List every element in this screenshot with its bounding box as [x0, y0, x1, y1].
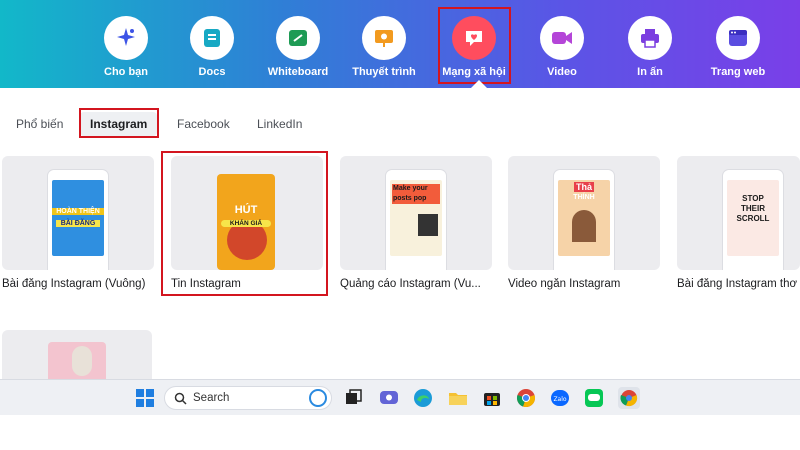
art-line: HOÀN THIỆN — [52, 208, 104, 215]
template-thumbnail: Make your posts pop — [340, 156, 492, 270]
template-title: Bài đăng Instagram thơ — [677, 278, 798, 290]
art-line: posts pop — [392, 194, 440, 204]
phone-mockup: STOP THEIR SCROLL — [723, 170, 783, 270]
tab-facebook[interactable]: Facebook — [177, 112, 230, 136]
template-thumbnail: Thả THÍNH — [508, 156, 660, 270]
category-label: In ấn — [637, 66, 663, 78]
svg-text:Zalo: Zalo — [553, 396, 566, 403]
category-trang-web[interactable]: Trang web — [698, 16, 778, 78]
docs-icon — [190, 16, 234, 60]
bing-icon[interactable] — [309, 389, 327, 407]
art-line: SCROLL — [736, 214, 770, 223]
template-card[interactable]: Thả THÍNH Video ngắn Instagram — [508, 156, 660, 290]
tab-pho-bien[interactable]: Phổ biến — [16, 112, 63, 136]
template-title: Quảng cáo Instagram (Vu... — [340, 278, 481, 290]
tab-linkedin[interactable]: LinkedIn — [257, 112, 302, 136]
art-line: THÍNH — [573, 194, 595, 201]
search-icon — [174, 392, 187, 405]
file-explorer-icon[interactable] — [447, 387, 469, 409]
category-label: Whiteboard — [267, 66, 329, 78]
art-line: STOP — [742, 194, 764, 203]
template-title: Bài đăng Instagram (Vuông) — [2, 278, 146, 290]
category-whiteboard[interactable]: Whiteboard — [258, 16, 338, 78]
category-label: Trang web — [710, 66, 766, 78]
search-label: Search — [193, 392, 230, 404]
category-thuyet-trinh[interactable]: Thuyết trình — [344, 16, 424, 78]
windows-start-icon[interactable] — [134, 387, 156, 409]
template-card-partial[interactable] — [2, 330, 152, 380]
phone-mockup: Thả THÍNH — [554, 170, 614, 270]
category-docs[interactable]: Docs — [172, 16, 252, 78]
chrome-active-icon[interactable] — [618, 387, 640, 409]
active-indicator — [470, 80, 488, 89]
category-cho-ban[interactable]: Cho bạn — [86, 16, 166, 78]
phone-mockup: Make your posts pop — [386, 170, 446, 270]
category-bar: Cho bạn Docs Whiteboard Thuyết trình Mạn… — [0, 0, 800, 89]
category-label: Thuyết trình — [352, 66, 416, 78]
category-video[interactable]: Video — [522, 16, 602, 78]
phone-mockup: HOÀN THIỆN BÀI ĐĂNG — [48, 170, 108, 270]
art-line: THEIR — [741, 204, 765, 213]
task-view-icon[interactable] — [343, 387, 365, 409]
teams-chat-icon[interactable] — [378, 387, 400, 409]
card-highlight — [161, 151, 328, 296]
edge-icon[interactable] — [412, 387, 434, 409]
sparkle-icon — [104, 16, 148, 60]
template-thumbnail: HOÀN THIỆN BÀI ĐĂNG — [2, 156, 154, 270]
template-card[interactable]: STOP THEIR SCROLL Bài đăng Instagram thơ — [677, 156, 800, 290]
presentation-icon — [362, 16, 406, 60]
taskbar-search[interactable]: Search — [164, 386, 332, 410]
line-icon[interactable] — [583, 387, 605, 409]
art-line: BÀI ĐĂNG — [56, 220, 100, 227]
taskbar: Search Zalo — [0, 379, 800, 415]
printer-icon — [628, 16, 672, 60]
store-icon[interactable] — [481, 387, 503, 409]
whiteboard-icon — [276, 16, 320, 60]
template-thumbnail: STOP THEIR SCROLL — [677, 156, 800, 270]
category-in-an[interactable]: In ấn — [610, 16, 690, 78]
zalo-icon[interactable]: Zalo — [549, 387, 571, 409]
category-highlight — [438, 7, 511, 84]
art-line: Thả — [574, 182, 594, 192]
tab-highlight — [79, 108, 159, 138]
template-card[interactable]: Make your posts pop Quảng cáo Instagram … — [340, 156, 492, 290]
chrome-icon[interactable] — [515, 387, 537, 409]
art-line: Make your — [392, 184, 440, 194]
category-label: Video — [547, 66, 577, 78]
bottom-area — [0, 415, 800, 450]
category-label: Docs — [198, 66, 226, 78]
website-icon — [716, 16, 760, 60]
category-label: Cho bạn — [104, 66, 148, 78]
template-card[interactable]: HOÀN THIỆN BÀI ĐĂNG Bài đăng Instagram (… — [2, 156, 154, 290]
template-title: Video ngắn Instagram — [508, 278, 621, 290]
video-icon — [540, 16, 584, 60]
